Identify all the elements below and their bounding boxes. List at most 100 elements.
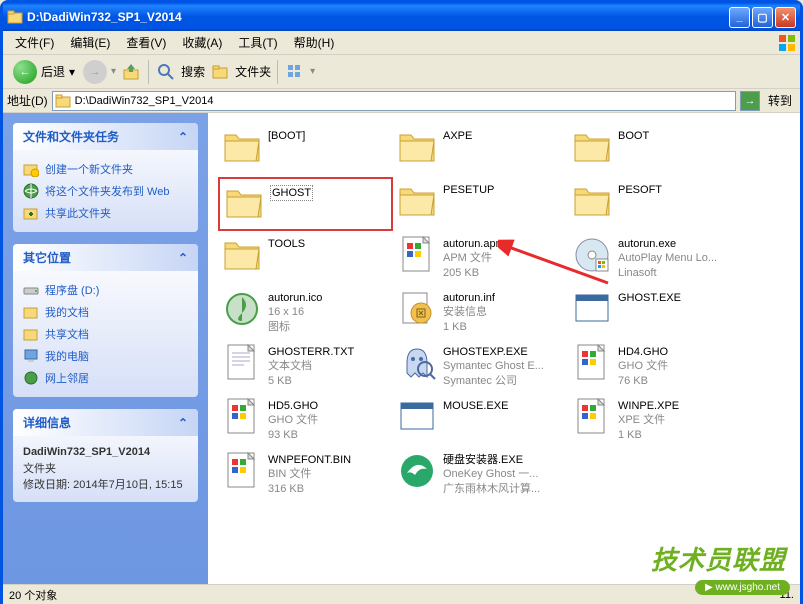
bin-icon bbox=[220, 449, 264, 493]
maximize-button[interactable]: ▢ bbox=[752, 7, 773, 28]
file-item[interactable]: HD5.GHOGHO 文件93 KB bbox=[218, 393, 393, 447]
task-share[interactable]: 共享此文件夹 bbox=[23, 202, 188, 224]
file-item[interactable]: GHOSTERR.TXT文本文档5 KB bbox=[218, 339, 393, 393]
file-name: 硬盘安装器.EXE bbox=[443, 453, 540, 467]
folders-label[interactable]: 文件夹 bbox=[235, 63, 271, 80]
file-item[interactable]: HD4.GHOGHO 文件76 KB bbox=[568, 339, 743, 393]
file-grid: [BOOT]AXPEBOOTGHOSTPESETUPPESOFTTOOLSaut… bbox=[218, 123, 790, 501]
search-label[interactable]: 搜索 bbox=[181, 63, 205, 80]
toolbar: ← 后退 ▾ → ▾ 搜索 文件夹 ▾ bbox=[3, 55, 800, 89]
panel-header[interactable]: 其它位置 ⌃ bbox=[13, 244, 198, 271]
xpe-icon bbox=[570, 395, 614, 439]
file-meta: XPE 文件 bbox=[618, 413, 679, 427]
task-publish-web[interactable]: 将这个文件夹发布到 Web bbox=[23, 180, 188, 202]
titlebar[interactable]: D:\DadiWin732_SP1_V2014 _ ▢ ✕ bbox=[3, 3, 800, 31]
file-item[interactable]: PESOFT bbox=[568, 177, 743, 231]
file-item[interactable]: GHOST bbox=[218, 177, 393, 231]
file-name: HD4.GHO bbox=[618, 345, 668, 359]
file-item[interactable]: autorun.apmAPM 文件205 KB bbox=[393, 231, 568, 285]
folders-button[interactable] bbox=[209, 61, 231, 83]
file-item[interactable]: TOOLS bbox=[218, 231, 393, 285]
place-shareddocs[interactable]: 共享文档 bbox=[23, 323, 188, 345]
file-name: WINPE.XPE bbox=[618, 399, 679, 413]
cd-icon bbox=[570, 233, 614, 277]
place-drive-d[interactable]: 程序盘 (D:) bbox=[23, 279, 188, 301]
file-name: [BOOT] bbox=[268, 129, 305, 143]
forward-icon: → bbox=[90, 66, 101, 78]
menu-view[interactable]: 查看(V) bbox=[118, 32, 174, 53]
panel-header[interactable]: 文件和文件夹任务 ⌃ bbox=[13, 123, 198, 150]
file-item[interactable]: WINPE.XPEXPE 文件1 KB bbox=[568, 393, 743, 447]
share-icon bbox=[23, 205, 39, 221]
file-name: BOOT bbox=[618, 129, 649, 143]
folder-icon bbox=[570, 125, 614, 169]
client-area: 文件和文件夹任务 ⌃ 创建一个新文件夹 将这个文件夹发布到 Web 共享此文件夹 bbox=[3, 113, 800, 584]
menu-favorites[interactable]: 收藏(A) bbox=[174, 32, 230, 53]
file-meta: APM 文件 bbox=[443, 251, 505, 265]
ghostexp-icon bbox=[395, 341, 439, 385]
file-item[interactable]: GHOST.EXE bbox=[568, 285, 743, 339]
file-item[interactable]: autorun.ico16 x 16图标 bbox=[218, 285, 393, 339]
file-meta: 76 KB bbox=[618, 374, 668, 388]
panel-header[interactable]: 详细信息 ⌃ bbox=[13, 409, 198, 436]
menu-edit[interactable]: 编辑(E) bbox=[62, 32, 118, 53]
titlebar-title: D:\DadiWin732_SP1_V2014 bbox=[27, 10, 729, 24]
onekey-icon bbox=[395, 449, 439, 493]
folder-icon bbox=[220, 125, 264, 169]
up-button[interactable] bbox=[120, 61, 142, 83]
content-pane[interactable]: [BOOT]AXPEBOOTGHOSTPESETUPPESOFTTOOLSaut… bbox=[208, 113, 800, 584]
views-button[interactable] bbox=[284, 61, 306, 83]
menu-tools[interactable]: 工具(T) bbox=[230, 32, 285, 53]
apm-icon bbox=[395, 233, 439, 277]
address-label: 地址(D) bbox=[7, 92, 48, 109]
file-item[interactable]: WNPEFONT.BINBIN 文件316 KB bbox=[218, 447, 393, 501]
folder-icon bbox=[23, 304, 39, 320]
file-name: GHOSTERR.TXT bbox=[268, 345, 354, 359]
address-field[interactable]: D:\DadiWin732_SP1_V2014 bbox=[52, 91, 736, 111]
details-panel: 详细信息 ⌃ DadiWin732_SP1_V2014 文件夹 修改日期: 20… bbox=[13, 409, 198, 502]
file-meta: 安装信息 bbox=[443, 305, 495, 319]
file-name: HD5.GHO bbox=[268, 399, 318, 413]
drive-icon bbox=[23, 282, 39, 298]
file-meta: 文本文档 bbox=[268, 359, 354, 373]
menubar: 文件(F) 编辑(E) 查看(V) 收藏(A) 工具(T) 帮助(H) bbox=[3, 31, 800, 55]
gho-icon bbox=[570, 341, 614, 385]
close-button[interactable]: ✕ bbox=[775, 7, 796, 28]
menu-file[interactable]: 文件(F) bbox=[7, 32, 62, 53]
file-meta: 205 KB bbox=[443, 266, 505, 280]
file-item[interactable]: autorun.inf安装信息1 KB bbox=[393, 285, 568, 339]
txt-icon bbox=[220, 341, 264, 385]
file-meta: 1 KB bbox=[443, 320, 495, 334]
back-button[interactable]: ← 后退 ▾ bbox=[9, 58, 79, 86]
file-item[interactable]: autorun.exeAutoPlay Menu Lo...Linasoft bbox=[568, 231, 743, 285]
menu-help[interactable]: 帮助(H) bbox=[286, 32, 343, 53]
detail-name: DadiWin732_SP1_V2014 bbox=[23, 444, 188, 461]
file-item[interactable]: [BOOT] bbox=[218, 123, 393, 177]
file-name: autorun.inf bbox=[443, 291, 495, 305]
collapse-icon: ⌃ bbox=[178, 130, 188, 144]
file-meta: GHO 文件 bbox=[618, 359, 668, 373]
place-mycomputer[interactable]: 我的电脑 bbox=[23, 345, 188, 367]
place-network[interactable]: 网上邻居 bbox=[23, 367, 188, 389]
file-meta: 93 KB bbox=[268, 428, 318, 442]
file-item[interactable]: AXPE bbox=[393, 123, 568, 177]
file-item[interactable]: GHOSTEXP.EXESymantec Ghost E...Symantec … bbox=[393, 339, 568, 393]
forward-button[interactable]: → bbox=[83, 60, 107, 84]
task-new-folder[interactable]: 创建一个新文件夹 bbox=[23, 158, 188, 180]
file-item[interactable]: BOOT bbox=[568, 123, 743, 177]
other-places-panel: 其它位置 ⌃ 程序盘 (D:) 我的文档 共享文档 bbox=[13, 244, 198, 397]
detail-type: 文件夹 bbox=[23, 463, 56, 475]
folder-icon bbox=[395, 125, 439, 169]
file-item[interactable]: MOUSE.EXE bbox=[393, 393, 568, 447]
search-button[interactable] bbox=[155, 61, 177, 83]
file-item[interactable]: PESETUP bbox=[393, 177, 568, 231]
minimize-button[interactable]: _ bbox=[729, 7, 750, 28]
file-meta: 广东雨林木风计算... bbox=[443, 482, 540, 496]
file-name: PESOFT bbox=[618, 183, 662, 197]
go-button[interactable]: → bbox=[740, 91, 760, 111]
network-icon bbox=[23, 370, 39, 386]
file-name: autorun.ico bbox=[268, 291, 322, 305]
place-mydocs[interactable]: 我的文档 bbox=[23, 301, 188, 323]
inf-icon bbox=[395, 287, 439, 331]
file-item[interactable]: 硬盘安装器.EXEOneKey Ghost 一...广东雨林木风计算... bbox=[393, 447, 568, 501]
